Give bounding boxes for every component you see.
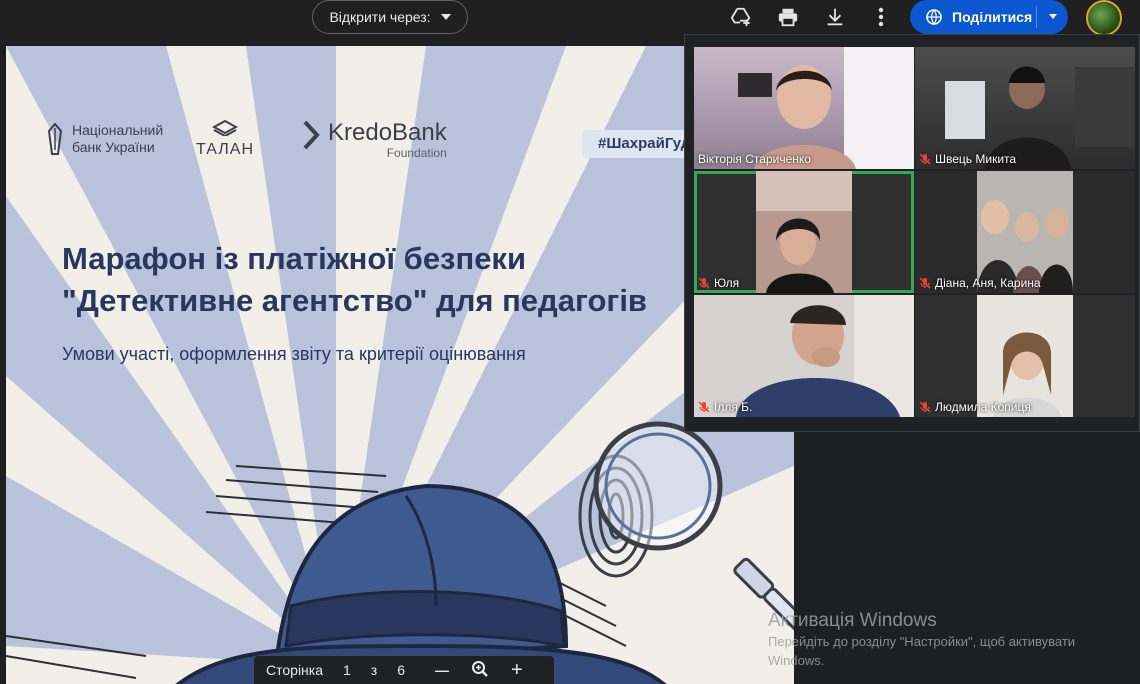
page-of-label: з bbox=[370, 662, 378, 678]
zoom-in-button[interactable]: + bbox=[511, 659, 523, 682]
globe-icon bbox=[926, 9, 942, 25]
participant-tile[interactable]: Швець Микита bbox=[915, 47, 1135, 169]
participant-tile[interactable]: Вікторія Стариченко bbox=[694, 47, 914, 169]
mic-off-icon bbox=[698, 401, 710, 413]
participant-tile-active[interactable]: Юля bbox=[694, 171, 914, 293]
participant-name: Швець Микита bbox=[919, 152, 1016, 166]
mic-off-icon bbox=[919, 153, 931, 165]
watermark-text: Перейдіть до розділу "Настройки", щоб ак… bbox=[768, 634, 1076, 668]
kredo-foundation: Foundation bbox=[386, 146, 447, 160]
page-label: Сторінка bbox=[266, 662, 323, 678]
nbu-logo-line2: банк України bbox=[72, 139, 155, 155]
slide-subtitle: Умови участі, оформлення звіту та критер… bbox=[62, 344, 526, 364]
mic-off-icon bbox=[698, 277, 710, 289]
participant-name: Вікторія Стариченко bbox=[698, 152, 811, 166]
caret-down-icon bbox=[440, 14, 451, 20]
participant-tile[interactable]: Діана, Аня, Карина bbox=[915, 171, 1135, 293]
kredo-chevron-icon bbox=[303, 120, 320, 150]
participant-name: Людмила Копиця bbox=[919, 400, 1031, 414]
share-divider bbox=[1036, 6, 1037, 28]
talan-logo-text: ТАЛАН bbox=[196, 141, 254, 158]
slide-title: Марафон із платіжної безпеки "Детективне… bbox=[62, 238, 647, 322]
mic-off-icon bbox=[919, 401, 931, 413]
participant-name: Ілля Б. bbox=[698, 400, 752, 414]
talan-emblem-icon bbox=[211, 119, 239, 138]
total-pages: 6 bbox=[397, 662, 406, 678]
share-button[interactable]: Поділитися bbox=[910, 0, 1068, 34]
watermark-title: Активація Windows bbox=[768, 610, 937, 631]
magnifier-glass bbox=[593, 421, 723, 551]
page-navigation-bar: Сторінка 1 з 6 — + bbox=[254, 656, 554, 684]
participant-tile[interactable]: Людмила Копиця bbox=[915, 295, 1135, 417]
talan-logo: ТАЛАН bbox=[196, 119, 254, 159]
kredobank-logo: KredoBank Foundation bbox=[302, 120, 447, 160]
nbu-emblem-icon bbox=[47, 123, 63, 155]
more-vert-icon[interactable] bbox=[868, 4, 894, 30]
slide-title-line2: "Детективне агентство" для педагогів bbox=[62, 283, 647, 318]
print-icon[interactable] bbox=[775, 4, 801, 30]
nbu-logo: Національний банк України bbox=[46, 122, 163, 156]
open-with-button[interactable]: Відкрити через: bbox=[312, 0, 468, 34]
share-label: Поділитися bbox=[952, 9, 1033, 25]
chevron-down-icon[interactable] bbox=[1046, 9, 1060, 23]
download-icon[interactable] bbox=[822, 4, 848, 30]
nbu-logo-line1: Національний bbox=[72, 122, 164, 138]
participant-tile[interactable]: Ілля Б. bbox=[694, 295, 914, 417]
video-call-panel[interactable]: Вікторія Стариченко Швець Микита Юля Діа… bbox=[684, 34, 1140, 432]
kredo-name: KredoBank bbox=[328, 119, 447, 146]
pdf-slide: Національний банк України ТАЛАН KredoBan… bbox=[6, 46, 794, 684]
participant-name: Діана, Аня, Карина bbox=[919, 276, 1041, 290]
avatar[interactable] bbox=[1086, 0, 1122, 36]
participant-name: Юля bbox=[698, 276, 739, 290]
add-to-drive-icon[interactable] bbox=[728, 4, 754, 30]
windows-activation-watermark: Активація Windows Перейдіть до розділу "… bbox=[768, 610, 1128, 670]
zoom-out-button[interactable]: — bbox=[435, 662, 449, 678]
open-with-label: Відкрити через: bbox=[329, 9, 431, 25]
mic-off-icon bbox=[919, 277, 931, 289]
slide-title-line1: Марафон із платіжної безпеки bbox=[62, 241, 527, 276]
zoom-fit-icon[interactable] bbox=[471, 660, 489, 681]
current-page-input[interactable]: 1 bbox=[343, 662, 351, 678]
